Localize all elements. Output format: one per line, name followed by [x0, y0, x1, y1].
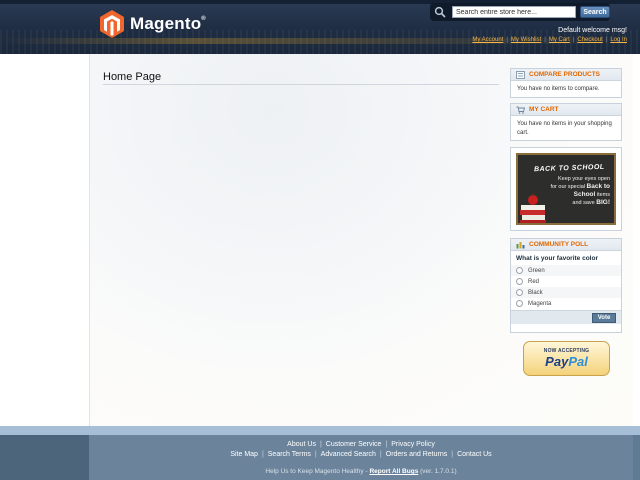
footer-left-panel [0, 435, 89, 480]
search-form: Search [430, 3, 610, 21]
footer-bug-note: Help Us to Keep Magento Healthy - Report… [265, 468, 457, 475]
paypal-badge[interactable]: NOW ACCEPTING PayPal [523, 341, 610, 376]
my-cart-header: MY CART [511, 104, 621, 116]
link-separator: | [385, 441, 388, 448]
title-divider [103, 84, 499, 85]
footer-link-orders-returns[interactable]: Orders and Returns [386, 451, 447, 458]
books-apple-icon [520, 193, 546, 223]
link-separator: | [379, 451, 382, 458]
logo-text: Magento® [130, 14, 206, 33]
link-separator: | [261, 451, 264, 458]
search-input[interactable] [452, 6, 576, 18]
link-my-wishlist[interactable]: My Wishlist [511, 37, 541, 43]
link-separator: | [451, 451, 454, 458]
community-poll-block: COMMUNITY POLL What is your favorite col… [510, 238, 622, 333]
compare-products-text: You have no items to compare. [517, 86, 600, 92]
compare-products-header: COMPARE PRODUCTS [511, 69, 621, 81]
poll-option-magenta[interactable]: Magenta [511, 298, 621, 309]
link-separator: | [605, 37, 608, 43]
footer-top-border [0, 426, 640, 435]
link-log-in[interactable]: Log In [610, 37, 627, 43]
community-poll-header: COMMUNITY POLL [511, 239, 621, 251]
paypal-logo: PayPal [545, 354, 588, 369]
search-button[interactable]: Search [580, 6, 610, 18]
poll-option-label: Magenta [528, 300, 552, 307]
my-cart-block: MY CART You have no items in your shoppi… [510, 103, 622, 141]
poll-option-label: Red [528, 278, 540, 285]
poll-option-label: Green [528, 267, 545, 274]
my-cart-title: MY CART [529, 106, 559, 113]
poll-option-red[interactable]: Red [511, 276, 621, 287]
poll-option-black[interactable]: Black [511, 287, 621, 298]
link-separator: | [544, 37, 546, 43]
footer-link-about-us[interactable]: About Us [287, 441, 316, 448]
chalkboard: BACK TO SCHOOL Keep your eyes open for o… [516, 153, 616, 225]
compare-icon [516, 70, 525, 79]
footer-link-advanced-search[interactable]: Advanced Search [321, 451, 376, 458]
promo-title: BACK TO SCHOOL [533, 163, 605, 174]
compare-products-block: COMPARE PRODUCTS You have no items to co… [510, 68, 622, 98]
footer-link-search-terms[interactable]: Search Terms [268, 451, 311, 458]
welcome-message: Default welcome msg! [558, 27, 627, 34]
footer-links-secondary: Site Map | Search Terms | Advanced Searc… [89, 451, 633, 458]
link-separator: | [506, 37, 508, 43]
report-bugs-link[interactable]: Report All Bugs [369, 468, 418, 475]
footer-link-privacy-policy[interactable]: Privacy Policy [391, 441, 435, 448]
site-logo[interactable]: Magento® [100, 9, 206, 39]
compare-products-title: COMPARE PRODUCTS [529, 71, 601, 78]
radio-button[interactable] [516, 267, 523, 274]
promo-text: Keep your eyes open for our special Back… [550, 176, 610, 206]
link-my-account[interactable]: My Account [472, 37, 503, 43]
footer-link-site-map[interactable]: Site Map [230, 451, 258, 458]
community-poll-title: COMMUNITY POLL [529, 241, 589, 248]
poll-option-green[interactable]: Green [511, 265, 621, 276]
link-checkout[interactable]: Checkout [577, 37, 602, 43]
vote-button[interactable]: Vote [592, 313, 616, 323]
footer-links-primary: About Us | Customer Service | Privacy Po… [89, 441, 633, 448]
cart-icon [516, 106, 525, 114]
poll-actions: Vote [511, 310, 621, 324]
poll-option-label: Black [528, 289, 543, 296]
link-my-cart[interactable]: My Cart [549, 37, 570, 43]
footer-link-customer-service[interactable]: Customer Service [326, 441, 382, 448]
link-separator: | [314, 451, 317, 458]
poll-question: What is your favorite color [516, 255, 598, 262]
poll-icon [516, 241, 525, 248]
back-to-school-banner[interactable]: BACK TO SCHOOL Keep your eyes open for o… [510, 147, 622, 231]
radio-button[interactable] [516, 278, 523, 285]
radio-button[interactable] [516, 289, 523, 296]
radio-button[interactable] [516, 300, 523, 307]
account-links: My Account | My Wishlist | My Cart | Che… [472, 37, 627, 43]
magento-logo-icon [100, 10, 124, 38]
footer-link-contact-us[interactable]: Contact Us [457, 451, 492, 458]
link-separator: | [572, 37, 575, 43]
poll-options: Green Red Black Magenta [511, 265, 621, 309]
page-title: Home Page [103, 71, 162, 83]
search-icon [434, 6, 446, 18]
link-separator: | [319, 441, 322, 448]
my-cart-text: You have no items in your shopping cart. [517, 121, 612, 136]
